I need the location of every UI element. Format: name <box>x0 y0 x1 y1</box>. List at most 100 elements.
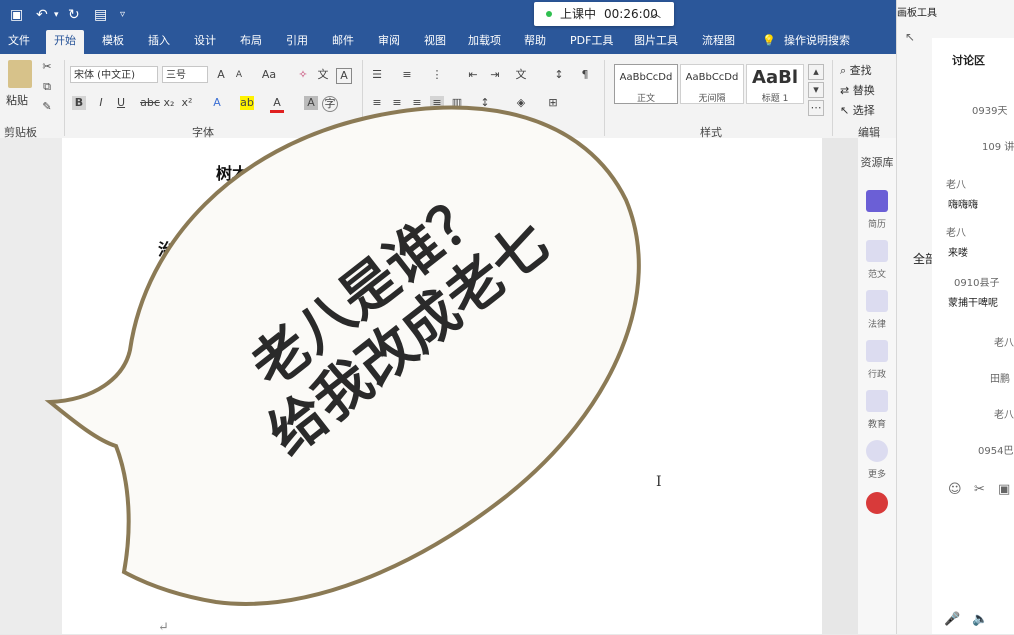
strikethrough-icon[interactable]: abc <box>140 96 160 110</box>
clear-format-icon[interactable]: ✧ <box>296 68 310 82</box>
phonetic-guide-icon[interactable]: 文 <box>316 68 330 82</box>
font-color-icon[interactable]: A <box>270 96 284 113</box>
tab-help[interactable]: 帮助 <box>524 30 546 54</box>
sort-icon[interactable]: ↕ <box>552 68 566 82</box>
doc-line[interactable]: 树木——生长良好——固其根本↵ <box>216 160 451 184</box>
app-badge-icon[interactable] <box>858 492 896 514</box>
empty-paragraph-mark[interactable]: ↵ <box>158 540 169 559</box>
find-button[interactable]: ⌕ 查找 <box>840 62 872 78</box>
font-name-select[interactable]: 宋体 (中文正) <box>70 66 158 83</box>
numbering-icon[interactable]: ≡ <box>400 68 414 82</box>
microphone-icon[interactable]: 🎤 <box>944 612 960 627</box>
change-case-icon[interactable]: Aa <box>258 68 280 82</box>
paste-button[interactable]: 粘贴 <box>6 92 28 108</box>
align-right-icon[interactable]: ≡ <box>410 96 424 110</box>
line-spacing-icon[interactable]: ↕ <box>478 96 492 110</box>
image-icon[interactable]: ▣ <box>998 482 1010 497</box>
resource-item-resume[interactable]: 简历 <box>858 190 896 231</box>
tab-template[interactable]: 模板 <box>102 30 124 54</box>
tab-design[interactable]: 设计 <box>194 30 216 54</box>
styles-scroll-up-icon[interactable]: ▴ <box>808 64 824 80</box>
align-center-icon[interactable]: ≡ <box>390 96 404 110</box>
live-status-pill[interactable]: 上课中 00:26:00 ︿ <box>534 2 674 26</box>
resource-item-label: 范文 <box>867 270 886 280</box>
resource-item-education[interactable]: 教育 <box>858 390 896 431</box>
speaker-icon[interactable]: 🔈 <box>972 612 988 627</box>
justify-icon[interactable]: ≡ <box>430 96 444 110</box>
align-left-icon[interactable]: ≡ <box>370 96 384 110</box>
char-border-icon[interactable]: A <box>336 68 352 84</box>
scissors-icon[interactable]: ✂ <box>974 482 985 497</box>
bold-icon[interactable]: B <box>72 96 86 110</box>
tab-insert[interactable]: 插入 <box>148 30 170 54</box>
doc-line[interactable]: 景：大 <box>158 468 206 492</box>
borders-icon[interactable]: ⊞ <box>546 96 560 110</box>
redo-icon[interactable]: ↻ <box>68 6 80 24</box>
divider <box>64 60 65 136</box>
replace-icon: ⇄ <box>840 84 850 97</box>
empty-paragraph-mark[interactable]: ↵ <box>158 504 169 523</box>
resource-item-admin[interactable]: 行政 <box>858 340 896 381</box>
customize-toolbar-icon[interactable]: ▿ <box>120 6 125 24</box>
tab-home[interactable]: 开始 <box>46 30 84 54</box>
styles-scroll-down-icon[interactable]: ▾ <box>808 82 824 98</box>
shading-icon[interactable]: ◈ <box>514 96 528 110</box>
tab-flowchart[interactable]: 流程图 <box>702 30 735 54</box>
resource-item-more[interactable]: 更多 <box>858 440 896 481</box>
chinese-layout-icon[interactable]: 文 <box>514 68 528 82</box>
replace-button[interactable]: ⇄ 替换 <box>840 82 875 98</box>
chevron-down-icon[interactable]: ▾ <box>54 6 59 24</box>
print-preview-icon[interactable]: ▤ <box>94 6 107 24</box>
tab-addins[interactable]: 加载项 <box>468 30 501 54</box>
tab-picture-tools[interactable]: 图片工具 <box>634 30 678 54</box>
grow-font-icon[interactable]: A <box>214 68 228 82</box>
title-bar: ▣ ↶ ▾ ↻ ▤ ▿ 上课中 00:26:00 ︿ <box>0 0 1014 30</box>
styles-more-icon[interactable]: ⋯ <box>808 100 824 116</box>
chevron-up-icon[interactable]: ︿ <box>650 2 661 26</box>
pointer-tool-icon[interactable]: ↖ <box>905 30 915 44</box>
tell-me-search[interactable]: 操作说明搜索 <box>784 30 850 54</box>
copy-icon[interactable]: ⧉ <box>40 80 54 94</box>
show-marks-icon[interactable]: ¶ <box>578 68 592 82</box>
tab-layout[interactable]: 布局 <box>240 30 262 54</box>
resource-item-essay[interactable]: 范文 <box>858 240 896 281</box>
superscript-icon[interactable]: x² <box>180 96 194 110</box>
paste-icon[interactable] <box>8 60 32 88</box>
more-icon <box>866 440 888 462</box>
style-normal[interactable]: AaBbCcDd 正文 <box>614 64 678 104</box>
tab-mailings[interactable]: 邮件 <box>332 30 354 54</box>
resource-item-law[interactable]: 法律 <box>858 290 896 331</box>
save-icon[interactable]: ▣ <box>10 6 23 24</box>
increase-indent-icon[interactable]: ⇥ <box>488 68 502 82</box>
multilevel-list-icon[interactable]: ⋮ <box>430 68 444 82</box>
tab-pdf-tools[interactable]: PDF工具 <box>570 30 613 54</box>
bullets-icon[interactable]: ☰ <box>370 68 384 82</box>
style-heading-1[interactable]: AaBl 标题 1 <box>746 64 804 104</box>
subscript-icon[interactable]: x₂ <box>162 96 176 110</box>
chat-message: 0939天 <box>972 106 1008 117</box>
tab-review[interactable]: 审阅 <box>378 30 400 54</box>
enclose-char-icon[interactable]: 字 <box>322 96 338 112</box>
char-shading-icon[interactable]: A <box>304 96 318 110</box>
undo-icon[interactable]: ↶ <box>36 6 48 24</box>
tab-references[interactable]: 引用 <box>286 30 308 54</box>
format-painter-icon[interactable]: ✎ <box>40 100 54 114</box>
highlight-icon[interactable]: ab <box>240 96 254 110</box>
select-button[interactable]: ↖ 选择 <box>840 102 875 118</box>
distributed-icon[interactable]: ▥ <box>450 96 464 110</box>
resource-item-label: 法律 <box>867 320 886 330</box>
book-icon <box>866 390 888 412</box>
font-size-select[interactable]: 三号 <box>162 66 208 83</box>
shrink-font-icon[interactable]: A <box>232 68 246 82</box>
emoji-icon[interactable]: ☺ <box>948 482 962 497</box>
resource-item-label: 行政 <box>867 370 886 380</box>
style-no-spacing[interactable]: AaBbCcDd 无间隔 <box>680 64 744 104</box>
empty-paragraph-mark[interactable]: ↵ <box>158 616 169 635</box>
cut-icon[interactable]: ✂ <box>40 60 54 74</box>
text-effects-icon[interactable]: A <box>210 96 224 110</box>
italic-icon[interactable]: I <box>94 96 108 110</box>
underline-icon[interactable]: U <box>114 96 128 110</box>
tab-view[interactable]: 视图 <box>424 30 446 54</box>
tab-file[interactable]: 文件 <box>8 30 30 54</box>
decrease-indent-icon[interactable]: ⇤ <box>466 68 480 82</box>
